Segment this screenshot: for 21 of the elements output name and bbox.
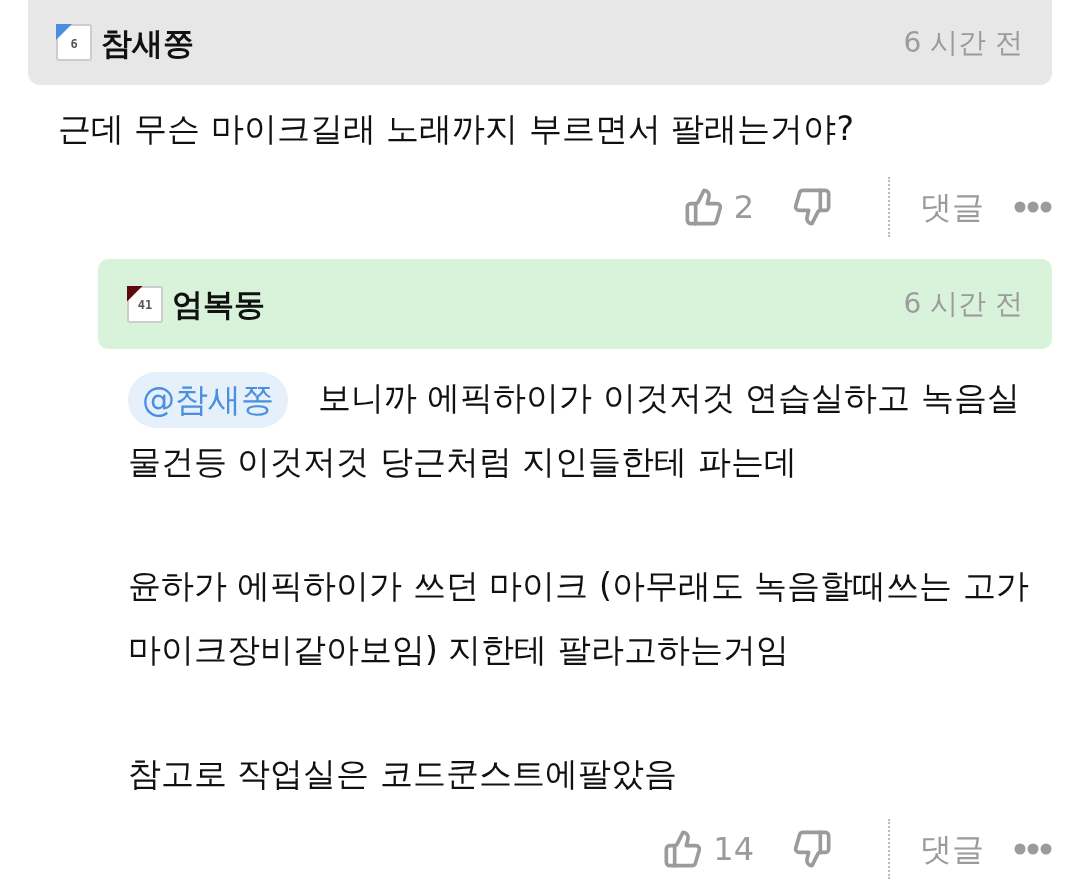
- comment-text: 참고로 작업실은 코드쿤스트에팔았음: [128, 753, 678, 795]
- comment-text: 근데 무슨 마이크길래 노래까지 부르면서 팔래는거야?: [58, 108, 855, 150]
- thumbs-down-icon[interactable]: [792, 829, 832, 869]
- comment-text: 윤하가 에픽하이가 쓰던 마이크 (아무래도 녹음할때쓰는 고가 마이크장비같아보임) 지한테 팔라고하는거임: [128, 565, 1030, 671]
- thumbs-down-icon[interactable]: [792, 187, 832, 227]
- level-number: 6: [70, 36, 78, 51]
- author-name: 참새쫑: [101, 23, 194, 63]
- more-icon[interactable]: [1014, 843, 1052, 855]
- mention-link[interactable]: @참새쫑: [128, 371, 288, 428]
- comment-time: 6 시간 전: [903, 286, 1023, 322]
- level-number: 41: [137, 298, 153, 312]
- more-icon[interactable]: [1014, 201, 1052, 213]
- author-name: 엄복동: [172, 285, 265, 324]
- comment-text: @참새쫑 보니까 에픽하이가 이것저것 연습실하고 녹음실 물건등 이것저것 당근처럼 지인들한테 파는데: [128, 366, 1052, 494]
- thumbs-up-icon: [683, 187, 724, 227]
- thumbs-up-icon: [663, 829, 704, 869]
- reply-button[interactable]: 댓글: [920, 829, 984, 869]
- reply-button[interactable]: 댓글: [920, 187, 984, 227]
- comment-time: 6 시간 전: [903, 24, 1023, 61]
- like-button[interactable]: 14: [663, 829, 754, 869]
- like-button[interactable]: 2: [683, 187, 754, 227]
